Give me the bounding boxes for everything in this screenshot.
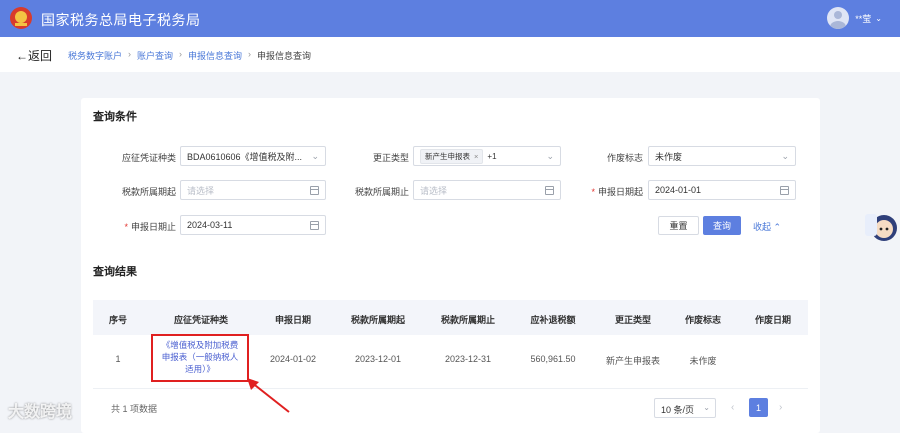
void-flag-select[interactable]: 未作废 ⌄ xyxy=(648,146,796,166)
link-line: 适用）》 xyxy=(185,364,215,374)
collapse-label: 收起 xyxy=(753,222,772,232)
back-label: 返回 xyxy=(28,49,53,63)
breadcrumb-item-digital-account[interactable]: 税务数字账户 xyxy=(68,49,122,62)
breadcrumb-separator: › xyxy=(179,49,183,59)
label-text: 申报日期起 xyxy=(597,187,643,197)
col-declare-date: 申报日期 xyxy=(274,315,311,325)
col-correction: 更正类型 xyxy=(614,315,651,325)
calendar-icon xyxy=(310,186,319,195)
voucher-type-value: BDA0610606《增值税及附... xyxy=(187,151,303,162)
total-count: 共 1 项数据 xyxy=(111,404,158,414)
col-voucher-type: 应征凭证种类 xyxy=(173,315,228,325)
main-card: 查询条件 应征凭证种类 BDA0610606《增值税及附... ⌄ 更正类型 新… xyxy=(81,98,820,433)
tax-period-start-label: 税款所属期起 xyxy=(121,187,176,197)
cell-correction: 新产生申报表 xyxy=(605,356,660,366)
page-1-button[interactable]: 1 xyxy=(749,398,768,417)
tax-period-end-label: 税款所属期止 xyxy=(354,187,409,197)
prev-page-button[interactable]: ‹ xyxy=(731,402,734,413)
calendar-icon xyxy=(780,186,789,195)
annotation-arrow-icon xyxy=(247,378,290,413)
chevron-up-icon: ⌃ xyxy=(773,222,782,232)
reset-button[interactable]: 重置 xyxy=(658,216,699,235)
col-period-start: 税款所属期起 xyxy=(350,315,405,325)
tax-period-end-input[interactable]: 请选择 xyxy=(413,180,561,200)
date-value: 2024-03-11 xyxy=(187,220,233,230)
cell-void-flag: 未作废 xyxy=(689,356,717,366)
user-menu[interactable]: **莹 ⌄ xyxy=(827,7,882,29)
breadcrumb-separator: › xyxy=(248,49,252,59)
declare-date-end-input[interactable]: 2024-03-11 xyxy=(180,215,326,235)
link-line: 《增值税及附加税费 xyxy=(161,340,239,350)
chevron-down-icon: ⌄ xyxy=(875,13,882,23)
cell-declare-date: 2024-01-02 xyxy=(269,354,317,364)
query-button[interactable]: 查询 xyxy=(703,216,741,235)
row-divider xyxy=(93,388,808,389)
label-text: 申报日期止 xyxy=(130,222,176,232)
col-void-flag: 作废标志 xyxy=(684,315,721,325)
watermark: 大数跨境 xyxy=(8,404,73,421)
link-line: 申报表（一般纳税人 xyxy=(161,352,239,362)
top-header: 国家税务总局电子税务局 **莹 ⌄ xyxy=(0,0,900,37)
col-period-end: 税款所属期止 xyxy=(440,315,495,325)
breadcrumb-item-declare-query[interactable]: 申报信息查询 xyxy=(188,49,242,62)
required-mark: * xyxy=(124,222,128,232)
more-tags-count: +1 xyxy=(487,151,497,161)
chevron-down-icon: ⌄ xyxy=(546,151,554,161)
correction-type-label: 更正类型 xyxy=(372,153,409,163)
col-index: 序号 xyxy=(108,315,127,325)
tax-period-start-input[interactable]: 请选择 xyxy=(180,180,326,200)
collapse-toggle[interactable]: 收起 ⌃ xyxy=(753,220,781,233)
chevron-down-icon: ⌄ xyxy=(311,151,319,161)
arrow-left-icon: ← xyxy=(16,49,28,63)
declare-date-start-label: * 申报日期起 xyxy=(571,185,643,198)
void-flag-value: 未作废 xyxy=(655,151,683,162)
next-page-button[interactable]: › xyxy=(779,402,782,413)
tax-emblem-icon xyxy=(10,7,32,29)
voucher-type-select[interactable]: BDA0610606《增值税及附... ⌄ xyxy=(180,146,326,166)
calendar-icon xyxy=(310,221,319,230)
table-header: 序号 应征凭证种类 申报日期 税款所属期起 税款所属期止 应补退税额 更正类型 … xyxy=(93,300,808,335)
results-section-title: 查询结果 xyxy=(93,266,137,278)
chevron-down-icon: ⌄ xyxy=(781,151,789,161)
page-size-value: 10 条/页 xyxy=(661,405,695,415)
col-void-date: 作废日期 xyxy=(754,315,791,325)
query-section-title: 查询条件 xyxy=(93,111,137,123)
close-icon[interactable]: × xyxy=(474,152,478,161)
correction-type-tag: 新产生申报表 × xyxy=(420,148,484,164)
placeholder: 请选择 xyxy=(187,185,215,196)
cell-amount: 560,961.50 xyxy=(530,354,576,364)
voucher-type-label: 应征凭证种类 xyxy=(121,153,176,163)
cell-period-end: 2023-12-31 xyxy=(444,354,492,364)
tag-label: 新产生申报表 xyxy=(425,151,470,161)
app-title: 国家税务总局电子税务局 xyxy=(41,12,201,28)
declare-date-end-label: * 申报日期止 xyxy=(101,220,176,233)
user-name: **莹 xyxy=(855,13,872,24)
breadcrumb-separator: › xyxy=(128,49,132,59)
cell-period-start: 2023-12-01 xyxy=(354,354,402,364)
page-size-select[interactable]: 10 条/页 ⌄ xyxy=(654,398,716,418)
assistant-mascot-icon[interactable] xyxy=(862,204,900,244)
cell-index: 1 xyxy=(115,354,121,364)
chevron-down-icon: ⌄ xyxy=(703,403,710,412)
required-mark: * xyxy=(591,187,595,197)
calendar-icon xyxy=(545,186,554,195)
declare-date-start-input[interactable]: 2024-01-01 xyxy=(648,180,796,200)
avatar xyxy=(827,7,850,29)
correction-type-select[interactable]: 新产生申报表 × +1 ⌄ xyxy=(413,146,561,166)
void-flag-label: 作废标志 xyxy=(606,153,643,163)
breadcrumb-current: 申报信息查询 xyxy=(257,51,312,61)
breadcrumb-item-account-query[interactable]: 账户查询 xyxy=(137,49,173,62)
voucher-type-link[interactable]: 《增值税及附加税费 申报表（一般纳税人 适用）》 xyxy=(151,334,249,382)
breadcrumb-bar: ←返回 税务数字账户 › 账户查询 › 申报信息查询 › 申报信息查询 xyxy=(0,37,900,72)
placeholder: 请选择 xyxy=(420,185,448,196)
back-button[interactable]: ←返回 xyxy=(16,47,52,64)
col-amount: 应补退税额 xyxy=(530,315,576,325)
date-value: 2024-01-01 xyxy=(655,185,702,195)
breadcrumb: 税务数字账户 › 账户查询 › 申报信息查询 › 申报信息查询 xyxy=(68,49,311,62)
